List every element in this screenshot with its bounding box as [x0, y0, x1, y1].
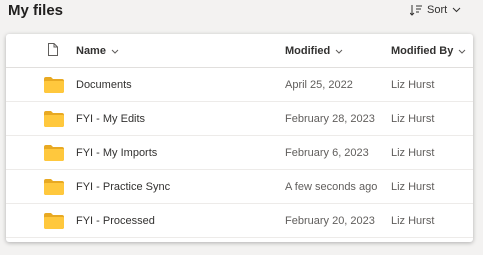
- column-header-modified-by-label: Modified By: [391, 45, 454, 57]
- column-header-modified-by[interactable]: Modified By: [391, 34, 466, 68]
- document-icon: [48, 43, 58, 59]
- file-modified: February 28, 2023: [285, 113, 375, 125]
- file-modified-by: Liz Hurst: [391, 181, 435, 193]
- column-header-row: Name Modified Modified By: [6, 34, 473, 68]
- file-modified-by: Liz Hurst: [391, 215, 435, 227]
- table-row[interactable]: FYI - My Edits February 28, 2023 Liz Hur…: [6, 102, 473, 136]
- column-header-name[interactable]: Name: [76, 34, 119, 68]
- file-type-header[interactable]: [48, 34, 58, 68]
- folder-icon: [44, 136, 64, 170]
- file-name[interactable]: FYI - Processed: [76, 204, 155, 238]
- chevron-down-icon: [335, 45, 343, 57]
- table-row[interactable]: FYI - Practice Sync A few seconds ago Li…: [6, 170, 473, 204]
- table-row[interactable]: FYI - Processed February 20, 2023 Liz Hu…: [6, 204, 473, 238]
- file-name[interactable]: FYI - Practice Sync: [76, 170, 170, 204]
- file-list: Name Modified Modified By Documents Apri…: [6, 34, 473, 242]
- column-header-name-label: Name: [76, 45, 106, 57]
- folder-icon: [44, 170, 64, 204]
- file-modified: A few seconds ago: [285, 181, 378, 193]
- file-name[interactable]: Documents: [76, 68, 132, 102]
- chevron-down-icon: [458, 45, 466, 57]
- folder-icon: [44, 68, 64, 102]
- column-header-modified-label: Modified: [285, 45, 331, 57]
- file-modified-by: Liz Hurst: [391, 147, 435, 159]
- chevron-down-icon: [452, 7, 461, 13]
- sort-label: Sort: [427, 4, 448, 16]
- sort-button[interactable]: Sort: [410, 2, 461, 18]
- page-header: My files Sort: [0, 0, 483, 34]
- file-modified-by: Liz Hurst: [391, 113, 435, 125]
- table-row[interactable]: Documents April 25, 2022 Liz Hurst: [6, 68, 473, 102]
- file-modified: April 25, 2022: [285, 79, 353, 91]
- file-modified: February 20, 2023: [285, 215, 375, 227]
- folder-icon: [44, 204, 64, 238]
- file-modified: February 6, 2023: [285, 147, 369, 159]
- folder-icon: [44, 102, 64, 136]
- page-title: My files: [8, 2, 64, 19]
- table-row[interactable]: FYI - My Imports February 6, 2023 Liz Hu…: [6, 136, 473, 170]
- column-header-modified[interactable]: Modified: [285, 34, 343, 68]
- sort-icon: [410, 4, 422, 16]
- file-name[interactable]: FYI - My Imports: [76, 136, 157, 170]
- file-modified-by: Liz Hurst: [391, 79, 435, 91]
- chevron-down-icon: [111, 45, 119, 57]
- file-name[interactable]: FYI - My Edits: [76, 102, 145, 136]
